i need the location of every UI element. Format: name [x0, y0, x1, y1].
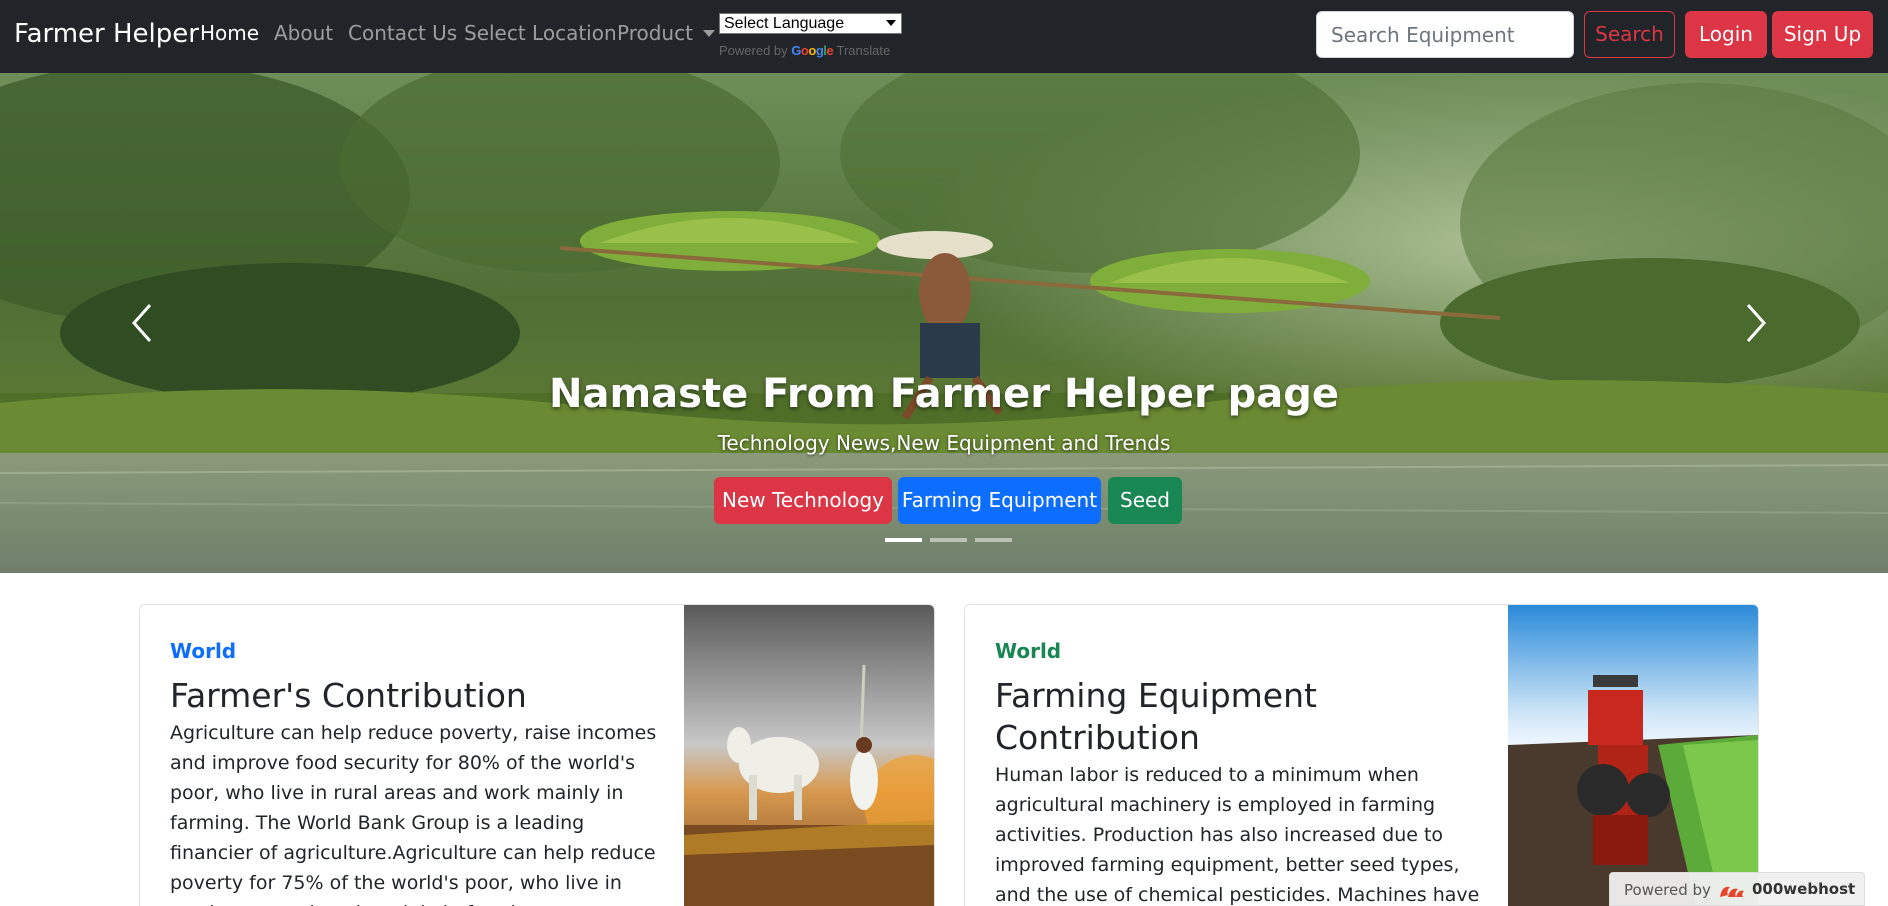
- carousel-indicator-3[interactable]: [975, 538, 1012, 542]
- brand-logo[interactable]: Farmer Helper: [14, 19, 199, 49]
- card-category: World: [995, 639, 1062, 663]
- card-farming-equipment: World Farming Equipment Contribution Hum…: [964, 604, 1759, 906]
- nav-product-dropdown[interactable]: Product: [617, 21, 715, 45]
- card-title: Farmer's Contribution: [170, 676, 527, 715]
- translate-text: Translate: [836, 43, 891, 58]
- search-button[interactable]: Search: [1584, 11, 1675, 58]
- webhost-name: 000webhost: [1752, 880, 1856, 898]
- farmer-oxen-image: [684, 605, 934, 906]
- search-input[interactable]: Search Equipment: [1316, 11, 1574, 58]
- webhost-powered-text: Powered by: [1624, 881, 1711, 899]
- carousel-prev-icon[interactable]: [128, 301, 156, 345]
- card-text: Agriculture can help reduce poverty, rai…: [170, 722, 657, 906]
- carousel-next-icon[interactable]: [1742, 301, 1770, 345]
- language-select-value: Select Language: [724, 15, 845, 32]
- webhost-badge[interactable]: Powered by 000webhost: [1609, 872, 1865, 906]
- carousel-indicator-2[interactable]: [930, 538, 967, 542]
- select-arrow-icon: [886, 20, 896, 26]
- nav-product-label: Product: [617, 21, 693, 45]
- powered-by-text: Powered by: [719, 43, 788, 58]
- nav-home[interactable]: Home: [200, 21, 259, 45]
- new-technology-button[interactable]: New Technology: [714, 477, 892, 524]
- language-select[interactable]: Select Language: [719, 13, 902, 34]
- google-logo[interactable]: Google: [791, 43, 833, 58]
- nav-about[interactable]: About: [274, 21, 333, 45]
- hero-title: Namaste From Farmer Helper page: [549, 371, 1339, 417]
- login-button[interactable]: Login: [1685, 11, 1767, 58]
- google-translate-attribution: Powered by Google Translate: [719, 43, 890, 58]
- tractor-field-image: [1508, 605, 1758, 906]
- nav-contact-us[interactable]: Contact Us: [348, 21, 457, 45]
- card-farmers-contribution: World Farmer's Contribution Agriculture …: [139, 604, 935, 906]
- farming-equipment-button[interactable]: Farming Equipment: [898, 477, 1101, 524]
- nav-select-location[interactable]: Select Location: [464, 21, 617, 45]
- caret-down-icon: [702, 30, 715, 37]
- carousel-indicator-1[interactable]: [885, 538, 922, 542]
- card-title: Farming Equipment Contribution: [995, 676, 1317, 757]
- navbar: Farmer Helper Home About Contact Us Sele…: [0, 0, 1888, 73]
- signup-button[interactable]: Sign Up: [1772, 11, 1873, 58]
- card-text: Human labor is reduced to a minimum when…: [995, 764, 1480, 906]
- card-category: World: [170, 639, 237, 663]
- webhost-logo-icon: [1720, 886, 1744, 897]
- hero-subtitle: Technology News,New Equipment and Trends: [717, 431, 1171, 455]
- hero-carousel: Namaste From Farmer Helper page Technolo…: [0, 73, 1888, 573]
- seed-button[interactable]: Seed: [1108, 477, 1182, 524]
